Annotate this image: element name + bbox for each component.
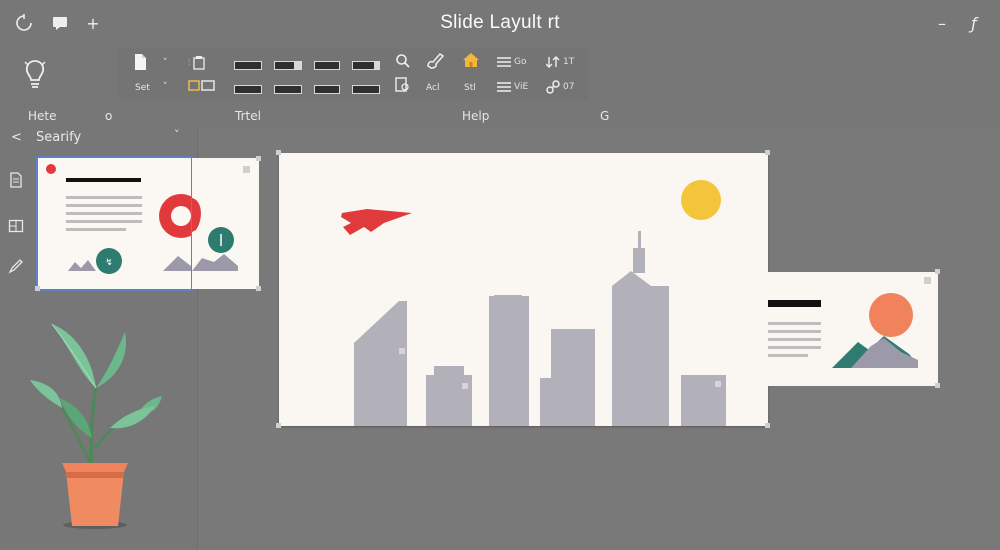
extra-window-icon[interactable]: ƒ (964, 14, 984, 34)
resize-handle[interactable] (765, 423, 770, 428)
right-slide-graphic (768, 277, 931, 368)
group-label-hete[interactable]: Hete (28, 109, 57, 123)
ribbon-group-labels: Hete o Trtel Help G (0, 109, 1000, 125)
resize-handle[interactable] (256, 156, 261, 161)
group-settings-icon[interactable]: o (105, 109, 112, 123)
link-label: 07 (563, 82, 575, 92)
resize-handle[interactable] (35, 286, 40, 291)
format-bar-icon[interactable] (274, 58, 302, 72)
svg-text:↯: ↯ (105, 258, 113, 268)
resize-handle[interactable] (935, 269, 940, 274)
list-label-vie: ViE (514, 82, 529, 92)
chevron-down-icon[interactable]: ˅ (163, 80, 168, 94)
brush-icon[interactable] (425, 53, 445, 69)
list-icon[interactable]: Go (497, 55, 526, 69)
title-bar: + Slide Layult rt – ƒ (0, 0, 1000, 50)
sun-shape (681, 180, 721, 220)
format-bar-icon[interactable] (314, 82, 340, 96)
paste-glyph: ⫶ (188, 58, 191, 68)
format-bar-icon[interactable] (352, 58, 380, 72)
minimize-icon[interactable]: – (932, 14, 952, 34)
plant-illustration (30, 318, 170, 530)
resize-handle[interactable] (276, 150, 281, 155)
search-icon[interactable] (395, 54, 411, 68)
format-bar-icon[interactable] (234, 58, 262, 72)
main-slide[interactable] (279, 153, 768, 426)
stl-label[interactable]: Stl (464, 81, 476, 95)
lightbulb-icon[interactable] (22, 58, 48, 90)
link-icon[interactable]: 07 (546, 80, 574, 94)
group-help-icon[interactable]: G (600, 109, 609, 123)
resize-handle[interactable] (256, 286, 261, 291)
resize-handle[interactable] (935, 383, 940, 388)
shape-icon[interactable] (188, 79, 216, 93)
resize-handle[interactable] (765, 150, 770, 155)
list-label-go: Go (514, 57, 527, 67)
chevron-down-icon[interactable]: ˅ (174, 128, 180, 141)
window-title: Slide Layult rt (440, 12, 560, 33)
resize-handle[interactable] (276, 423, 281, 428)
search-input[interactable]: Searify (36, 130, 81, 145)
acl-label[interactable]: Acl (426, 81, 439, 95)
sort-label: 1T (563, 57, 575, 67)
group-label-trtel[interactable]: Trtel (235, 109, 261, 123)
format-bar-icon[interactable] (314, 58, 340, 72)
pen-icon[interactable] (8, 258, 26, 276)
thumbnail-slide-graphic: ↯ (46, 164, 203, 274)
format-bar-icon[interactable] (274, 82, 302, 96)
slide-thumbnail-selected[interactable]: ↯ (36, 156, 203, 291)
chevron-down-icon[interactable]: ˅ (163, 56, 168, 70)
thumbnail-slide-graphic (192, 166, 250, 271)
doc-search-icon[interactable] (395, 77, 411, 92)
set-label[interactable]: Set (135, 81, 150, 95)
home-icon[interactable] (462, 53, 480, 67)
city-illustration (341, 180, 726, 426)
skyline-shape (354, 231, 726, 426)
page-icon[interactable] (8, 172, 26, 190)
plane-shape (341, 209, 412, 235)
layout-icon[interactable] (8, 218, 26, 236)
slide-thumbnail-partial[interactable] (192, 158, 259, 289)
slide-preview-right[interactable] (766, 272, 938, 386)
format-bar-icon[interactable] (234, 82, 262, 96)
group-label-help[interactable]: Help (462, 109, 489, 123)
sidebar-search[interactable]: < Searify ˅ (8, 128, 188, 148)
list-icon[interactable]: ViE (497, 80, 528, 94)
sort-icon[interactable]: 1T (546, 55, 574, 69)
document-icon[interactable] (133, 54, 147, 70)
format-bar-icon[interactable] (352, 82, 380, 96)
back-icon[interactable]: < (11, 130, 22, 145)
paste-icon[interactable]: ⫶ (188, 56, 205, 70)
